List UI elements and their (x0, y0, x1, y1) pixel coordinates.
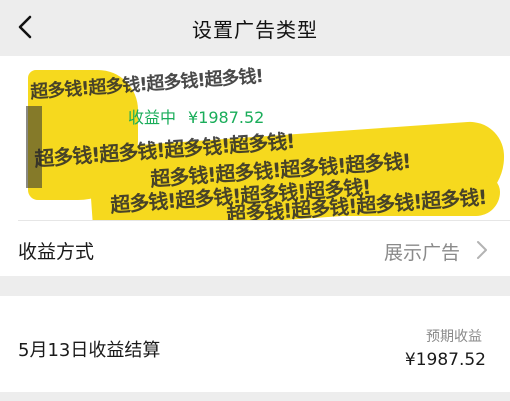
settlement-card: 5月13日收益结算 预期收益 ¥1987.52 (0, 296, 510, 392)
nav-bar: 设置广告类型 (0, 0, 510, 56)
expected-income-amount: ¥1987.52 (404, 350, 486, 370)
watermark-text: 超多钱!超多钱!超多钱!超多钱! (29, 65, 264, 104)
earning-status: 收益中 ¥1987.52 (128, 104, 264, 128)
revenue-method-label: 收益方式 (18, 241, 95, 263)
ad-banner: 超多钱!超多钱!超多钱!超多钱! 超多钱!超多钱!超多钱!超多钱! 超多钱!超多… (0, 56, 510, 220)
ad-info-card: 超多钱!超多钱!超多钱!超多钱! 超多钱!超多钱!超多钱!超多钱! 超多钱!超多… (0, 56, 510, 276)
page-title: 设置广告类型 (192, 18, 318, 42)
settlement-date-label: 5月13日收益结算 (18, 340, 161, 361)
status-label: 收益中 (128, 108, 177, 127)
chevron-right-icon (477, 241, 487, 259)
expected-income-label: 预期收益 (426, 329, 482, 345)
revenue-method-row[interactable]: 收益方式 展示广告 (0, 221, 510, 276)
status-amount: ¥1987.52 (188, 108, 265, 127)
revenue-method-value: 展示广告 (383, 242, 460, 264)
